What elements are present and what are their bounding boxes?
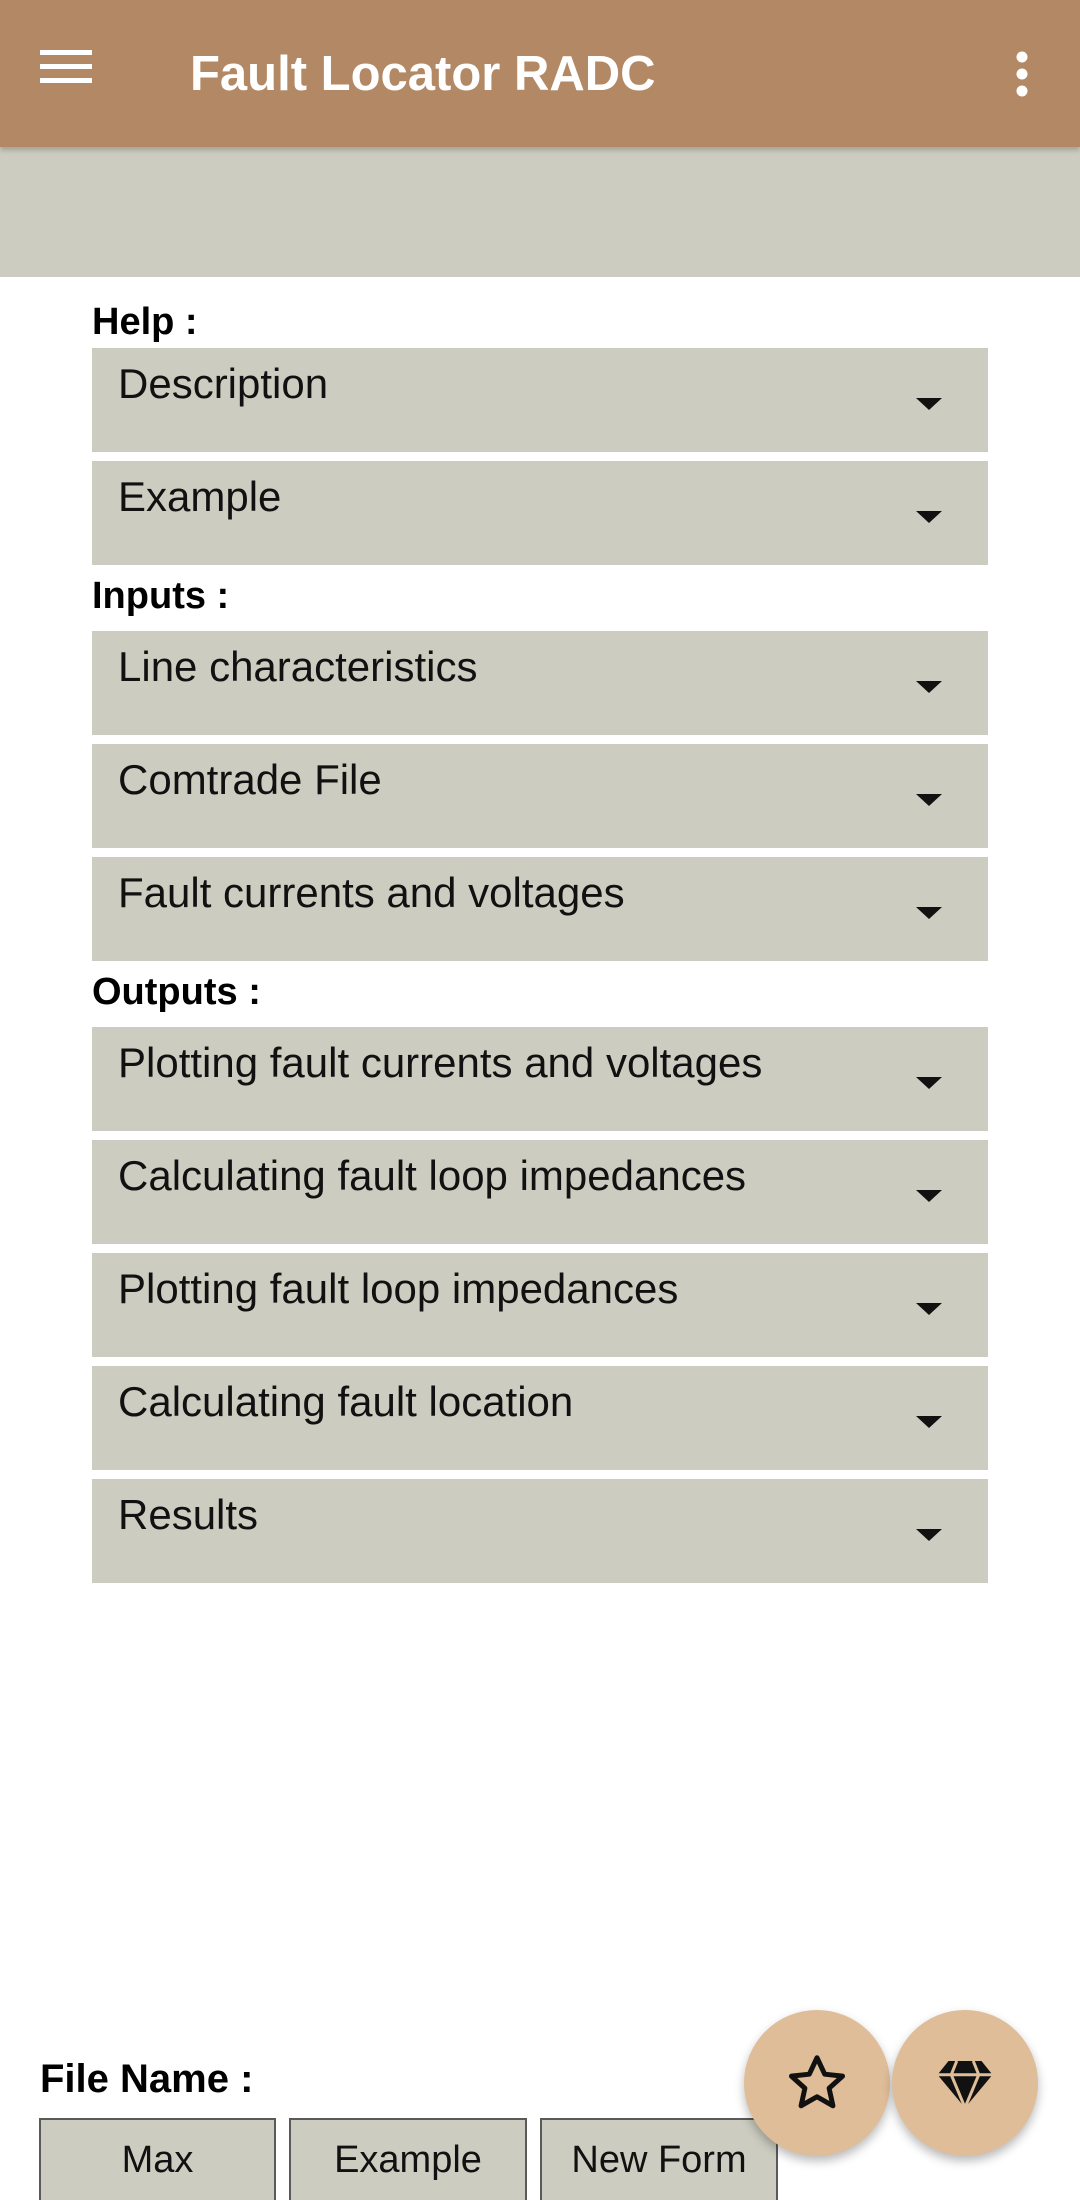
favorite-fab[interactable] <box>744 2010 890 2156</box>
app-title: Fault Locator RADC <box>190 47 656 101</box>
dropdown-label: Calculating fault loop impedances <box>118 1152 747 1199</box>
max-button[interactable]: Max <box>39 2118 276 2200</box>
dropdown-line-characteristics[interactable]: Line characteristics <box>92 631 988 735</box>
dropdown-plotting-currents-voltages[interactable]: Plotting fault currents and voltages <box>92 1027 988 1131</box>
example-button[interactable]: Example <box>289 2118 527 2200</box>
dropdown-comtrade-file[interactable]: Comtrade File <box>92 744 988 848</box>
dropdown-label: Calculating fault location <box>118 1378 574 1425</box>
caret-down-icon <box>916 1077 942 1089</box>
overflow-menu-button[interactable] <box>1003 44 1041 104</box>
caret-down-icon <box>916 907 942 919</box>
inputs-section-label: Inputs : <box>92 575 230 617</box>
new-form-button[interactable]: New Form <box>540 2118 778 2200</box>
dropdown-results[interactable]: Results <box>92 1479 988 1583</box>
dropdown-label: Comtrade File <box>118 756 382 803</box>
dropdown-label: Description <box>118 360 329 407</box>
caret-down-icon <box>916 398 942 410</box>
menu-button[interactable] <box>40 46 106 102</box>
dropdown-label: Line characteristics <box>118 643 478 690</box>
file-name-label: File Name : <box>40 2057 254 2101</box>
dropdown-label: Plotting fault loop impedances <box>118 1265 679 1312</box>
dropdown-calculating-fault-location[interactable]: Calculating fault location <box>92 1366 988 1470</box>
dropdown-label: Results <box>118 1491 259 1538</box>
dropdown-description[interactable]: Description <box>92 348 988 452</box>
caret-down-icon <box>916 1529 942 1541</box>
premium-fab[interactable] <box>892 2010 1038 2156</box>
caret-down-icon <box>916 681 942 693</box>
dropdown-fault-currents-voltages[interactable]: Fault currents and voltages <box>92 857 988 961</box>
caret-down-icon <box>916 1190 942 1202</box>
dropdown-plotting-loop-impedances[interactable]: Plotting fault loop impedances <box>92 1253 988 1357</box>
dropdown-label: Example <box>118 473 282 520</box>
dropdown-label: Fault currents and voltages <box>118 869 625 916</box>
hamburger-menu-icon <box>40 46 106 86</box>
app-bar: Fault Locator RADC <box>0 0 1080 147</box>
outputs-section-label: Outputs : <box>92 971 261 1013</box>
caret-down-icon <box>916 1416 942 1428</box>
caret-down-icon <box>916 511 942 523</box>
caret-down-icon <box>916 794 942 806</box>
help-section-label: Help : <box>92 301 198 343</box>
dropdown-label: Plotting fault currents and voltages <box>118 1039 763 1086</box>
more-vert-icon <box>1003 51 1041 108</box>
dropdown-example[interactable]: Example <box>92 461 988 565</box>
banner-area <box>0 147 1080 277</box>
caret-down-icon <box>916 1303 942 1315</box>
dropdown-calculating-loop-impedances[interactable]: Calculating fault loop impedances <box>92 1140 988 1244</box>
